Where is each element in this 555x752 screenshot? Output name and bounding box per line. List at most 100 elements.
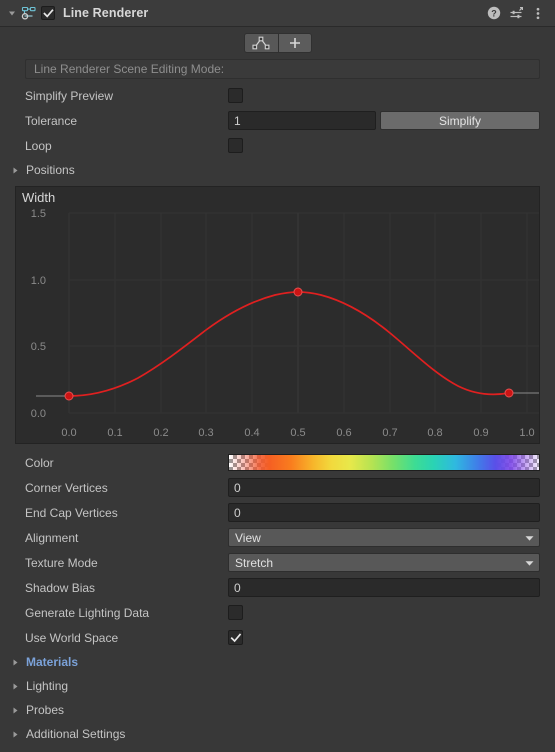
probes-label: Probes bbox=[26, 703, 65, 717]
inspector-panel: Line Renderer ? Line Renderer Scene Edit… bbox=[0, 0, 555, 752]
xtick-0-1: 0.1 bbox=[107, 427, 122, 439]
tool-button-group bbox=[243, 33, 312, 53]
foldout-materials[interactable]: Materials bbox=[0, 650, 555, 674]
corner-vertices-label: Corner Vertices bbox=[25, 480, 108, 495]
lighting-label: Lighting bbox=[26, 679, 69, 693]
texture-mode-field: Stretch bbox=[228, 553, 555, 572]
texture-mode-label: Texture Mode bbox=[25, 555, 98, 570]
component-header[interactable]: Line Renderer ? bbox=[0, 0, 555, 27]
generate-lighting-data-label: Generate Lighting Data bbox=[25, 605, 150, 620]
width-curve-path bbox=[68, 291, 510, 397]
row-simplify-preview: Simplify Preview bbox=[0, 83, 555, 108]
alignment-value: View bbox=[235, 530, 261, 545]
chevron-right-icon[interactable] bbox=[9, 164, 21, 176]
xtick-0-7: 0.7 bbox=[382, 427, 397, 439]
curve-y-axis-labels: 1.5 1.0 0.5 0.0 bbox=[31, 208, 46, 420]
texture-mode-value: Stretch bbox=[235, 555, 274, 570]
xtick-0-8: 0.8 bbox=[427, 427, 442, 439]
width-curve-editor[interactable]: Width 1.5 1.0 0.5 0.0 0.0 0.1 0.2 0.3 0.… bbox=[15, 186, 540, 444]
end-cap-vertices-input[interactable]: 0 bbox=[228, 503, 540, 522]
use-world-space-field bbox=[228, 630, 555, 645]
shadow-bias-label: Shadow Bias bbox=[25, 580, 96, 595]
materials-label: Materials bbox=[26, 655, 79, 669]
texture-mode-dropdown[interactable]: Stretch bbox=[228, 553, 540, 572]
xtick-0-4: 0.4 bbox=[244, 427, 259, 439]
row-shadow-bias: Shadow Bias 0 bbox=[0, 575, 555, 600]
ytick-1-0: 1.0 bbox=[31, 275, 46, 287]
check-icon bbox=[230, 632, 241, 642]
use-world-space-label: Use World Space bbox=[25, 630, 119, 645]
color-gradient-swatch[interactable] bbox=[228, 454, 540, 471]
foldout-probes[interactable]: Probes bbox=[0, 698, 555, 722]
help-icon[interactable]: ? bbox=[485, 4, 503, 22]
ytick-1-5: 1.5 bbox=[31, 208, 46, 220]
xtick-0-2: 0.2 bbox=[153, 427, 168, 439]
chevron-down-icon bbox=[524, 531, 535, 545]
tolerance-input[interactable]: 1 bbox=[228, 111, 376, 130]
ytick-0-0: 0.0 bbox=[31, 408, 46, 420]
gradient-overlay bbox=[229, 455, 539, 470]
chevron-right-icon[interactable] bbox=[9, 656, 21, 668]
loop-checkbox[interactable] bbox=[228, 138, 243, 153]
alignment-dropdown[interactable]: View bbox=[228, 528, 540, 547]
shadow-bias-field: 0 bbox=[228, 578, 555, 597]
ytick-0-5: 0.5 bbox=[31, 341, 46, 353]
add-point-button[interactable] bbox=[277, 33, 312, 53]
simplify-button[interactable]: Simplify bbox=[380, 111, 540, 130]
loop-field bbox=[228, 138, 555, 153]
simplify-preview-field bbox=[228, 88, 555, 103]
simplify-preview-checkbox[interactable] bbox=[228, 88, 243, 103]
curve-keyframes[interactable] bbox=[64, 287, 514, 401]
plus-icon bbox=[289, 38, 300, 48]
chevron-right-icon[interactable] bbox=[9, 704, 21, 716]
chevron-right-icon[interactable] bbox=[9, 728, 21, 740]
preset-settings-icon[interactable] bbox=[507, 4, 525, 22]
row-end-cap-vertices: End Cap Vertices 0 bbox=[0, 500, 555, 525]
keyframe-point-0[interactable] bbox=[64, 391, 74, 401]
component-title: Line Renderer bbox=[63, 6, 149, 20]
hint-text: Line Renderer Scene Editing Mode: bbox=[34, 62, 225, 76]
positions-label: Positions bbox=[26, 163, 75, 177]
line-renderer-icon bbox=[20, 4, 38, 22]
tolerance-label: Tolerance bbox=[25, 113, 78, 128]
loop-label: Loop bbox=[25, 138, 52, 153]
foldout-positions[interactable]: Positions bbox=[0, 158, 555, 182]
use-world-space-checkbox[interactable] bbox=[228, 630, 243, 645]
component-foldout-arrow[interactable] bbox=[6, 7, 18, 19]
row-loop: Loop bbox=[0, 133, 555, 158]
xtick-0-6: 0.6 bbox=[336, 427, 351, 439]
generate-lighting-data-checkbox[interactable] bbox=[228, 605, 243, 620]
row-generate-lighting-data: Generate Lighting Data bbox=[0, 600, 555, 625]
row-use-world-space: Use World Space bbox=[0, 625, 555, 650]
width-curve-svg[interactable]: 1.5 1.0 0.5 0.0 0.0 0.1 0.2 0.3 0.4 0.5 … bbox=[16, 187, 539, 443]
color-label: Color bbox=[25, 455, 54, 470]
svg-text:?: ? bbox=[491, 8, 497, 18]
scene-editing-mode-hint: Line Renderer Scene Editing Mode: bbox=[25, 59, 540, 79]
row-color: Color bbox=[0, 450, 555, 475]
xtick-0-5: 0.5 bbox=[290, 427, 305, 439]
keyframe-point-2[interactable] bbox=[504, 388, 514, 398]
xtick-0-9: 0.9 bbox=[473, 427, 488, 439]
foldout-lighting[interactable]: Lighting bbox=[0, 674, 555, 698]
component-enabled-checkbox[interactable] bbox=[41, 6, 55, 20]
chevron-down-icon bbox=[524, 556, 535, 570]
tolerance-field: 1 Simplify bbox=[228, 111, 555, 130]
alignment-field: View bbox=[228, 528, 555, 547]
shadow-bias-input[interactable]: 0 bbox=[228, 578, 540, 597]
keyframe-point-1[interactable] bbox=[293, 287, 303, 297]
foldout-additional-settings[interactable]: Additional Settings bbox=[0, 722, 555, 746]
alignment-label: Alignment bbox=[25, 530, 79, 545]
curve-grid bbox=[68, 212, 539, 414]
corner-vertices-input[interactable]: 0 bbox=[228, 478, 540, 497]
curve-tangent-lines bbox=[36, 392, 539, 397]
edit-points-button[interactable] bbox=[243, 33, 278, 53]
chevron-right-icon[interactable] bbox=[9, 680, 21, 692]
more-menu-icon[interactable] bbox=[529, 4, 547, 22]
xtick-1-0: 1.0 bbox=[519, 427, 534, 439]
color-field bbox=[228, 454, 555, 471]
simplify-preview-label: Simplify Preview bbox=[25, 88, 114, 103]
corner-vertices-field: 0 bbox=[228, 478, 555, 497]
end-cap-vertices-label: End Cap Vertices bbox=[25, 505, 118, 520]
end-cap-vertices-field: 0 bbox=[228, 503, 555, 522]
row-tolerance: Tolerance 1 Simplify bbox=[0, 108, 555, 133]
